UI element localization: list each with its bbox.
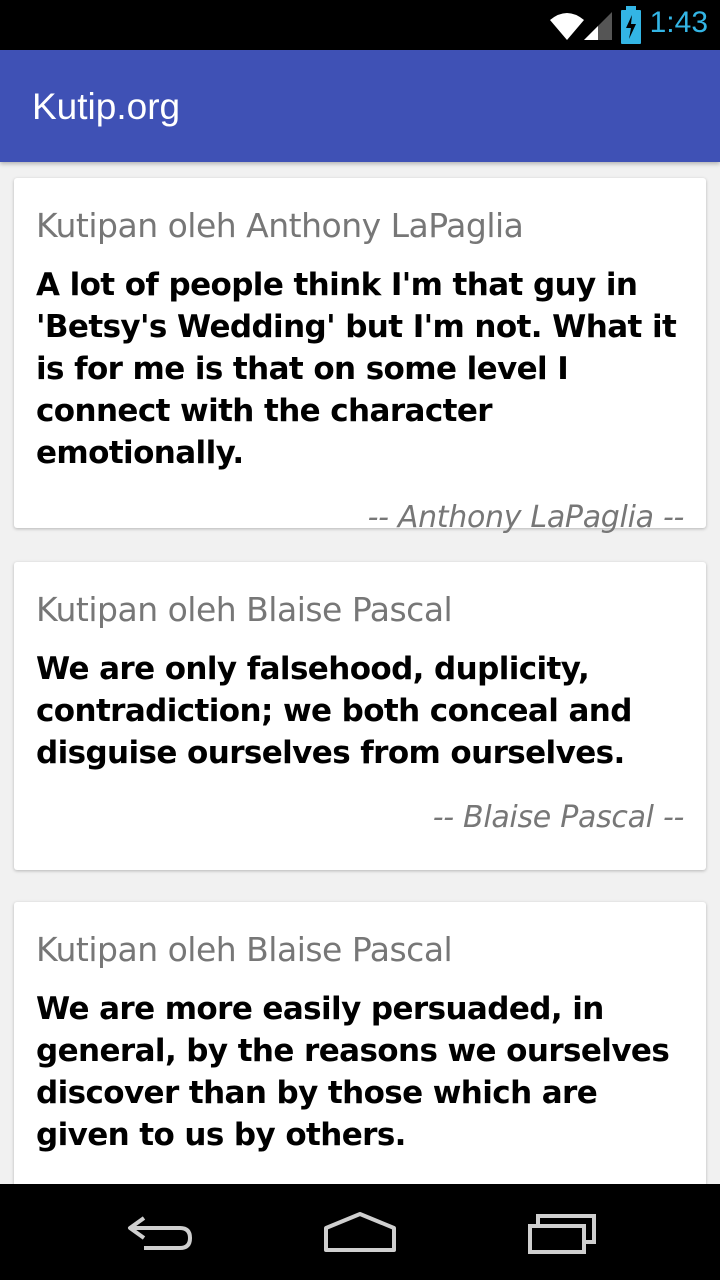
signal-icon [584,12,612,40]
app-title: Kutip.org [32,86,181,127]
quote-card[interactable]: Kutipan oleh Anthony LaPaglia A lot of p… [14,178,706,535]
quote-card-title: Kutipan oleh Anthony LaPaglia [36,206,524,245]
quote-card-title: Kutipan oleh Blaise Pascal [36,590,453,629]
status-bar: 1:43 [0,0,720,50]
status-icons [550,12,612,40]
home-icon[interactable] [320,1208,400,1256]
navigation-bar [0,1184,720,1280]
quote-card-title: Kutipan oleh Blaise Pascal [36,930,453,969]
status-time: 1:43 [649,6,708,39]
battery-charging-icon [621,6,641,44]
quote-author: -- Anthony LaPaglia -- [367,500,685,535]
quote-author: -- Blaise Pascal -- [432,800,685,835]
quote-text: We are only falsehood, duplicity, contra… [36,651,632,771]
quote-card[interactable]: Kutipan oleh Blaise Pascal We are more e… [14,902,706,1184]
quote-text: A lot of people think I'm that guy in 'B… [36,267,677,471]
quote-card[interactable]: Kutipan oleh Blaise Pascal We are only f… [14,562,706,870]
quote-text: We are more easily persuaded, in general… [36,991,670,1153]
back-icon[interactable] [120,1208,200,1256]
wifi-icon [550,13,584,40]
app-bar: Kutip.org [0,50,720,162]
recents-icon[interactable] [520,1208,600,1256]
quote-list[interactable]: Kutipan oleh Anthony LaPaglia A lot of p… [0,162,720,1184]
